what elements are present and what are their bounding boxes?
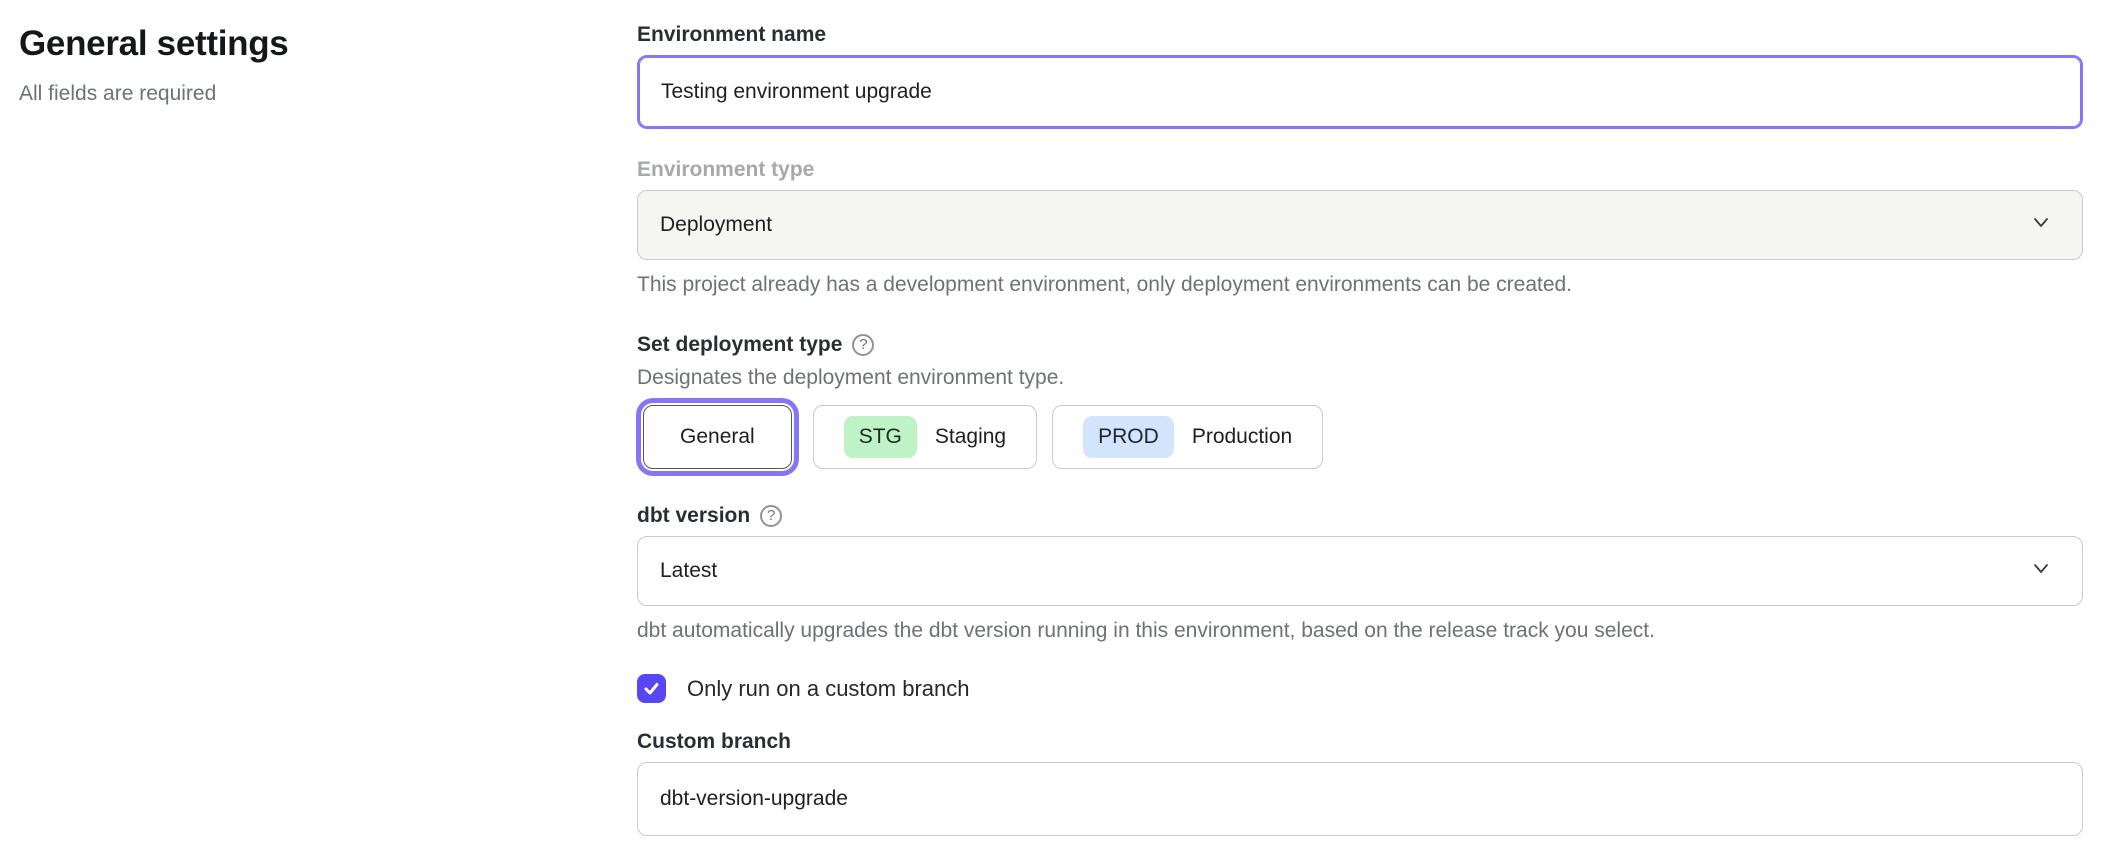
general-settings-page: General settings All fields are required…: [0, 0, 2116, 836]
deployment-type-option-staging[interactable]: STG Staging: [813, 405, 1037, 469]
dbt-version-helper: dbt automatically upgrades the dbt versi…: [637, 618, 2083, 644]
environment-type-value: Deployment: [660, 213, 2030, 237]
custom-branch-group: Custom branch: [637, 729, 2083, 836]
deployment-type-helper: Designates the deployment environment ty…: [637, 365, 2083, 391]
dbt-version-value: Latest: [660, 559, 2030, 583]
deployment-type-options: General STG Staging PROD Production: [637, 405, 2083, 469]
environment-name-label: Environment name: [637, 22, 2083, 48]
custom-branch-checkbox-row: Only run on a custom branch: [637, 674, 2083, 703]
environment-type-label: Environment type: [637, 157, 2083, 183]
custom-branch-label: Custom branch: [637, 729, 2083, 755]
environment-settings-form: Environment name Environment type Deploy…: [637, 22, 2083, 836]
check-icon: [642, 679, 661, 698]
deployment-type-label: Set deployment type ?: [637, 332, 2083, 358]
staging-option-label: Staging: [935, 425, 1006, 449]
production-badge: PROD: [1083, 416, 1174, 458]
deployment-type-option-general[interactable]: General: [643, 405, 792, 469]
page-title: General settings: [19, 22, 637, 66]
general-option-label: General: [680, 425, 755, 449]
environment-name-group: Environment name: [637, 22, 2083, 129]
help-icon[interactable]: ?: [760, 505, 782, 527]
environment-type-group: Environment type Deployment This project…: [637, 157, 2083, 298]
environment-type-helper: This project already has a development e…: [637, 272, 2083, 298]
settings-header-column: General settings All fields are required: [19, 22, 637, 836]
environment-type-select: Deployment: [637, 190, 2083, 260]
custom-branch-checkbox-label[interactable]: Only run on a custom branch: [687, 676, 969, 702]
deployment-type-option-production[interactable]: PROD Production: [1052, 405, 1323, 469]
help-icon[interactable]: ?: [852, 334, 874, 356]
custom-branch-checkbox[interactable]: [637, 674, 666, 703]
production-option-label: Production: [1192, 425, 1292, 449]
chevron-down-icon: [2030, 557, 2052, 585]
dbt-version-select[interactable]: Latest: [637, 536, 2083, 606]
deployment-type-group: Set deployment type ? Designates the dep…: [637, 332, 2083, 469]
chevron-down-icon: [2030, 211, 2052, 239]
deployment-type-label-text: Set deployment type: [637, 332, 842, 358]
custom-branch-input[interactable]: [637, 762, 2083, 836]
environment-name-input[interactable]: [637, 55, 2083, 129]
staging-badge: STG: [844, 416, 917, 458]
dbt-version-group: dbt version ? Latest dbt automatically u…: [637, 503, 2083, 644]
page-subtitle: All fields are required: [19, 80, 637, 107]
dbt-version-label-text: dbt version: [637, 503, 750, 529]
dbt-version-label: dbt version ?: [637, 503, 2083, 529]
